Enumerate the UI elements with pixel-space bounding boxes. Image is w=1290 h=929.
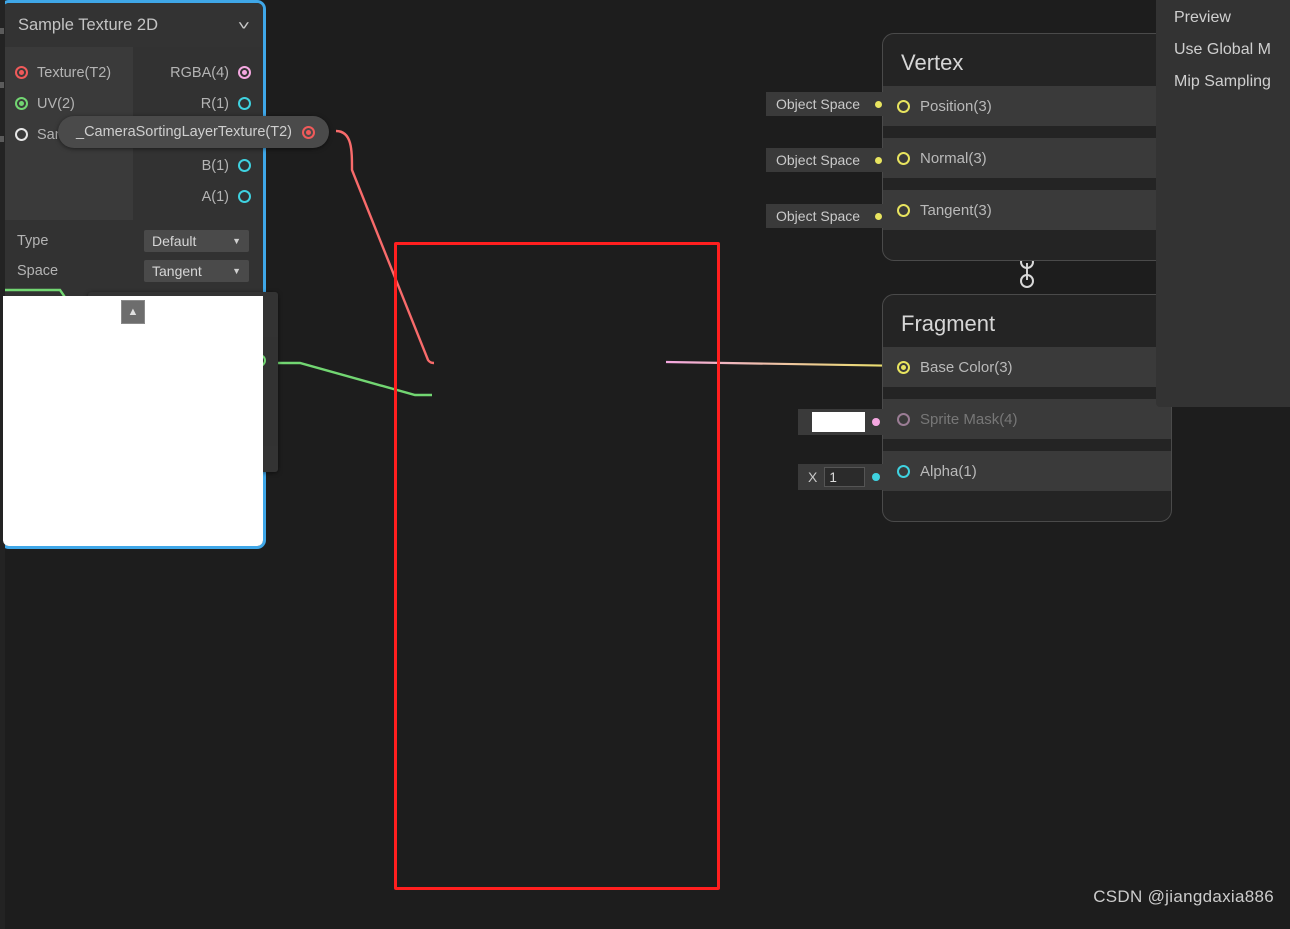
chevron-down-icon: ▼ (232, 266, 241, 276)
vertex-row-tangent[interactable]: Tangent(3) (883, 190, 1171, 230)
row-label: Normal(3) (920, 149, 987, 167)
graph-canvas[interactable]: _CameraSortingLayerTexture(T2) Tiling An… (0, 0, 1290, 929)
port-texture[interactable]: Texture(T2) (3, 57, 133, 88)
sampler-input-socket[interactable] (15, 128, 28, 141)
property-node-camera-sorting-layer-texture[interactable]: _CameraSortingLayerTexture(T2) (58, 116, 329, 148)
port-label: B(1) (201, 157, 229, 174)
port-b[interactable]: B(1) (133, 150, 263, 181)
port-label: R(1) (200, 95, 229, 112)
vertex-row-position[interactable]: Position(3) (883, 86, 1171, 126)
uv-input-socket[interactable] (15, 97, 28, 110)
sprite-mask-widget-socket[interactable] (872, 418, 880, 426)
type-dropdown[interactable]: Default ▼ (144, 230, 249, 252)
param-label: Type (17, 233, 49, 249)
inspector-row-use-global-mip-bias[interactable]: Use Global M (1174, 34, 1278, 66)
slot-label: Object Space (776, 96, 861, 112)
tangent-input-socket[interactable] (897, 203, 910, 217)
alpha-float-widget[interactable]: X 1 (798, 464, 886, 490)
inspector-panel[interactable]: Preview Use Global M Mip Sampling (1156, 0, 1290, 407)
position-input-socket[interactable] (897, 99, 910, 113)
param-row-space: Space Tangent ▼ (3, 256, 263, 286)
edge-tick (0, 82, 4, 88)
sprite-mask-input-socket[interactable] (897, 412, 910, 426)
r-output-socket[interactable] (238, 97, 251, 110)
alpha-value-input[interactable]: 1 (824, 467, 866, 487)
row-label: Position(3) (920, 97, 992, 115)
sample-node-parameters: Type Default ▼ Space Tangent ▼ (3, 220, 263, 296)
port-label: RGBA(4) (170, 64, 229, 81)
fragment-row-alpha[interactable]: Alpha(1) (883, 451, 1171, 491)
sample-node-title: Sample Texture 2D ˅ (3, 3, 263, 47)
chevron-up-icon: ▲ (127, 306, 139, 318)
chevron-down-icon: ▼ (232, 236, 241, 246)
rgba-output-socket[interactable] (238, 66, 251, 79)
slot-label: Object Space (776, 152, 861, 168)
fragment-stack-node[interactable]: Fragment Base Color(3) Sprite Mask(4) Al… (882, 294, 1172, 522)
object-space-slot-normal[interactable]: Object Space (766, 148, 888, 172)
fragment-title: Fragment (901, 311, 996, 336)
object-space-slot-position[interactable]: Object Space (766, 92, 888, 116)
sample-texture-2d-node[interactable]: Sample Texture 2D ˅ Texture(T2) UV(2) S (0, 0, 266, 549)
axis-label-x: X (808, 469, 818, 485)
slot-label: Object Space (776, 208, 861, 224)
port-a[interactable]: A(1) (133, 181, 263, 212)
port-label: Texture(T2) (37, 64, 112, 81)
sprite-mask-color-widget[interactable] (798, 409, 886, 435)
space-dropdown[interactable]: Tangent ▼ (144, 260, 249, 282)
row-label: Sprite Mask(4) (920, 410, 1018, 428)
color-swatch[interactable] (812, 412, 866, 432)
shader-graph-window: _CameraSortingLayerTexture(T2) Tiling An… (0, 0, 1290, 929)
type-dropdown-value: Default (152, 233, 197, 249)
texture-input-socket[interactable] (15, 66, 28, 79)
port-label: UV(2) (37, 95, 75, 112)
annotation-highlight-box (394, 242, 720, 890)
alpha-widget-socket[interactable] (872, 473, 880, 481)
edge-tick (0, 136, 4, 142)
vertex-title: Vertex (901, 50, 964, 75)
port-uv[interactable]: UV(2) (3, 88, 133, 119)
port-rgba[interactable]: RGBA(4) (133, 57, 263, 88)
base-color-input-socket[interactable] (897, 360, 910, 374)
space-dropdown-value: Tangent (152, 263, 202, 279)
param-row-type: Type Default ▼ (3, 226, 263, 256)
texture-output-socket[interactable] (301, 125, 315, 139)
vertex-row-normal[interactable]: Normal(3) (883, 138, 1171, 178)
port-label: A(1) (201, 188, 229, 205)
a-output-socket[interactable] (238, 190, 251, 203)
fragment-row-base-color[interactable]: Base Color(3) (883, 347, 1171, 387)
b-output-socket[interactable] (238, 159, 251, 172)
slot-socket[interactable] (875, 212, 882, 220)
param-label: Space (17, 263, 59, 279)
edge-tick (0, 28, 4, 34)
fragment-row-sprite-mask[interactable]: Sprite Mask(4) (883, 399, 1171, 439)
inspector-row-preview[interactable]: Preview (1174, 2, 1278, 34)
node-preview-area[interactable]: ▲ (3, 296, 263, 546)
row-label: Tangent(3) (920, 201, 992, 219)
chevron-down-icon[interactable]: ˅ (238, 18, 250, 33)
preview-collapse-button[interactable]: ▲ (121, 300, 145, 324)
port-r[interactable]: R(1) (133, 88, 263, 119)
inspector-row-mip-sampling[interactable]: Mip Sampling (1174, 66, 1278, 98)
row-label: Alpha(1) (920, 462, 977, 480)
slot-socket[interactable] (875, 100, 882, 108)
watermark: CSDN @jiangdaxia886 (1093, 887, 1274, 906)
slot-socket[interactable] (875, 156, 882, 164)
row-label: Base Color(3) (920, 358, 1013, 376)
normal-input-socket[interactable] (897, 151, 910, 165)
object-space-slot-tangent[interactable]: Object Space (766, 204, 888, 228)
sample-node-title-label: Sample Texture 2D (18, 16, 159, 34)
alpha-input-socket[interactable] (897, 464, 910, 478)
property-node-label: _CameraSortingLayerTexture(T2) (76, 124, 292, 140)
vertex-stack-node[interactable]: Vertex Position(3) Normal(3) Tangent(3) (882, 33, 1172, 261)
